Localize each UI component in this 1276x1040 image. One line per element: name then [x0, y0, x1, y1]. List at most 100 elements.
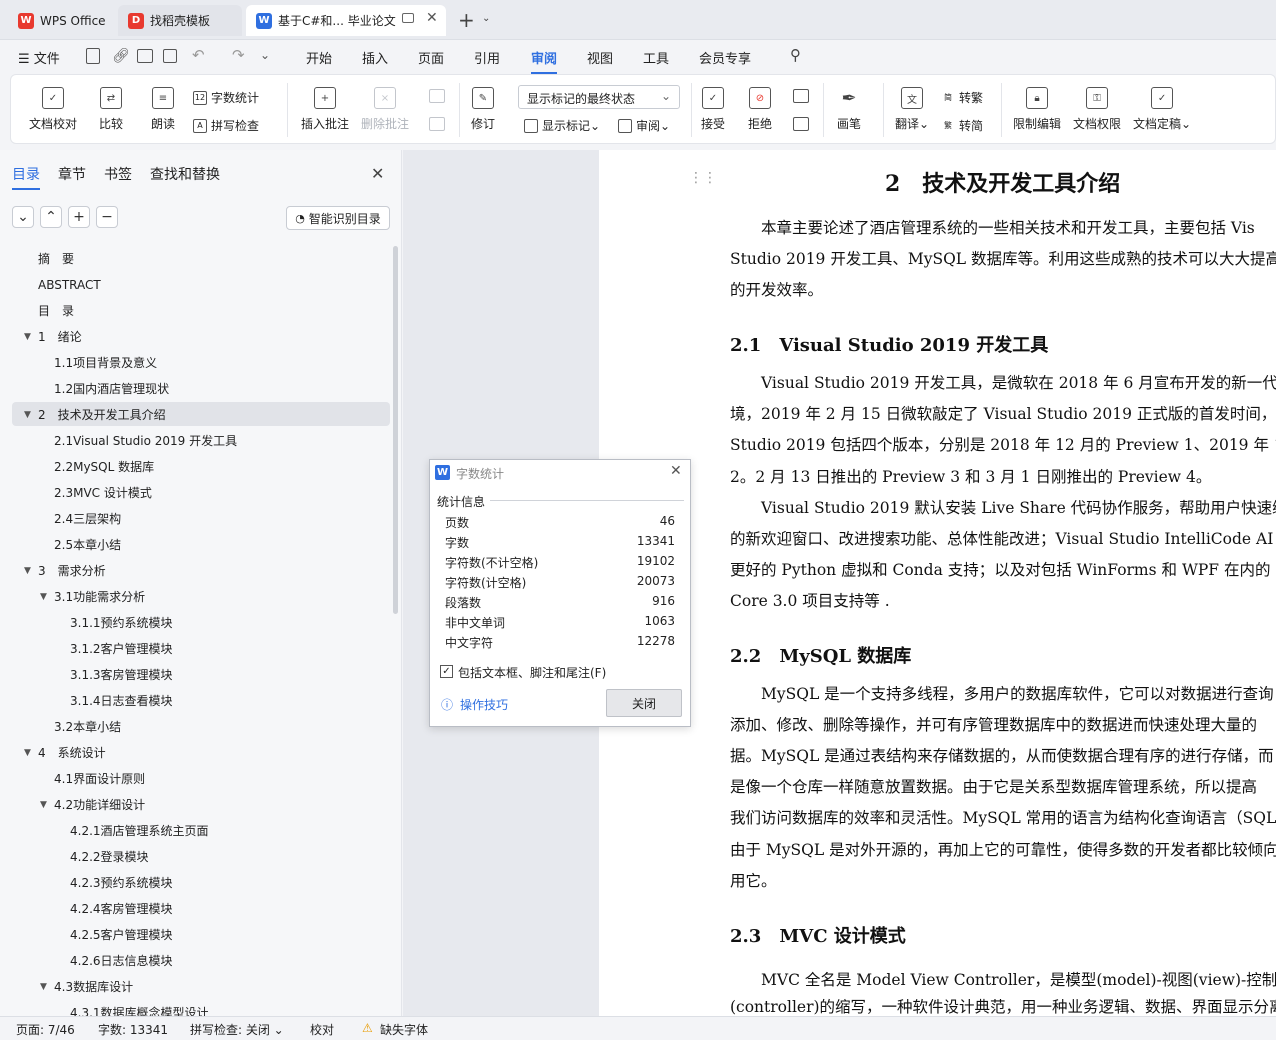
spell-check-button[interactable]: A 拼写检查	[193, 117, 259, 134]
expand-icon[interactable]: ⌃	[40, 206, 62, 228]
status-proof[interactable]: 校对	[310, 1021, 334, 1038]
menu-home[interactable]: 开始	[306, 48, 332, 67]
ink-button[interactable]: ✒ 画笔	[837, 87, 861, 132]
new-tab-icon[interactable]: +	[458, 8, 475, 32]
toc-item[interactable]: 4.2.2登录模块	[70, 844, 149, 870]
read-aloud-button[interactable]: ≡ 朗读	[151, 87, 175, 132]
tab-document[interactable]: W 基于C#和... 毕业论文 ✕	[246, 5, 446, 36]
toc-expand-icon[interactable]: ▼	[40, 792, 47, 818]
toc-item[interactable]: ▼ 4.3数据库设计	[40, 974, 133, 1000]
include-textbox-checkbox[interactable]: ✓	[440, 665, 453, 678]
toc-item[interactable]: 4.2.6日志信息模块	[70, 948, 173, 974]
track-changes-button[interactable]: ✎ 修订	[471, 87, 495, 132]
toc-item[interactable]: 2.1Visual Studio 2019 开发工具	[54, 428, 237, 454]
toc-item[interactable]: ▼ 1 绪论	[24, 324, 82, 350]
toc-expand-icon[interactable]: ▼	[24, 740, 31, 766]
prev-change-icon[interactable]	[793, 89, 809, 103]
menu-page[interactable]: 页面	[418, 48, 444, 67]
accept-button[interactable]: ✓ 接受	[701, 87, 725, 132]
toc-item[interactable]: 3.1.4日志查看模块	[70, 688, 173, 714]
toc-item[interactable]: 3.1.1预约系统模块	[70, 610, 173, 636]
dialog-close-button[interactable]: 关闭	[606, 689, 682, 717]
dialog-close-icon[interactable]: ✕	[670, 463, 682, 479]
tab-bookmarks[interactable]: 书签	[104, 164, 132, 184]
toc-expand-icon[interactable]: ▼	[24, 402, 31, 428]
collapse-icon[interactable]: ⌄	[12, 206, 34, 228]
toc-item[interactable]: 4.2.5客户管理模块	[70, 922, 173, 948]
link-icon[interactable]: 🔗︎	[112, 48, 130, 64]
status-spell[interactable]: 拼写检查: 关闭 ⌄	[190, 1021, 284, 1038]
toc-item[interactable]: 目 录	[38, 298, 74, 324]
menu-tools[interactable]: 工具	[643, 48, 669, 67]
toc-item[interactable]: ▼ 2 技术及开发工具介绍	[24, 402, 166, 428]
tab-wps-office[interactable]: W WPS Office	[8, 5, 114, 36]
status-page[interactable]: 页面: 7/46	[16, 1021, 75, 1038]
markup-state-select[interactable]: 显示标记的最终状态 ⌄	[518, 85, 680, 109]
next-comment-icon[interactable]	[429, 117, 445, 131]
document-page[interactable]: ⋮⋮ 2 技术及开发工具介绍 本章主要论述了酒店管理系统的一些相关技术和开发工具…	[599, 150, 1276, 1016]
toc-expand-icon[interactable]: ▼	[40, 584, 47, 610]
toc-item[interactable]: 1.2国内酒店管理现状	[54, 376, 169, 402]
toc-item[interactable]: 2.4三层架构	[54, 506, 121, 532]
next-change-icon[interactable]	[793, 117, 809, 131]
menu-view[interactable]: 视图	[587, 48, 613, 67]
toc-item[interactable]: ▼ 4 系统设计	[24, 740, 106, 766]
remove-level-icon[interactable]: −	[96, 206, 118, 228]
tab-chapters[interactable]: 章节	[58, 164, 86, 184]
drag-handle-icon[interactable]: ⋮⋮	[689, 170, 717, 186]
insert-comment-button[interactable]: + 插入批注	[301, 87, 349, 132]
close-panel-icon[interactable]: ✕	[371, 164, 384, 183]
toc-expand-icon[interactable]: ▼	[24, 324, 31, 350]
redo-icon[interactable]: ↷	[232, 46, 245, 64]
doc-check-button[interactable]: ✓ 文档校对	[29, 87, 77, 132]
toc-item[interactable]: ▼ 3 需求分析	[24, 558, 106, 584]
menu-member[interactable]: 会员专享	[699, 48, 751, 67]
translate-button[interactable]: 文 翻译⌄	[895, 87, 929, 132]
toc-item[interactable]: 4.2.4客房管理模块	[70, 896, 173, 922]
panel-scrollbar[interactable]	[393, 246, 398, 614]
tab-docer[interactable]: D 找稻壳模板	[118, 5, 242, 36]
tab-find-replace[interactable]: 查找和替换	[150, 164, 220, 184]
toc-item[interactable]: ABSTRACT	[38, 272, 101, 298]
undo-icon[interactable]: ↶	[192, 46, 205, 64]
toc-item[interactable]: ▼ 4.2功能详细设计	[40, 792, 145, 818]
toc-item[interactable]: 2.3MVC 设计模式	[54, 480, 152, 506]
print-icon[interactable]	[137, 49, 153, 63]
close-tab-icon[interactable]: ✕	[426, 10, 438, 26]
toc-item[interactable]: 3.2本章小结	[54, 714, 121, 740]
more-chevron-icon[interactable]: ⌄	[260, 48, 270, 62]
chevron-down-icon[interactable]: ⌄	[482, 13, 490, 24]
toc-expand-icon[interactable]: ▼	[40, 974, 47, 1000]
print-preview-icon[interactable]	[163, 49, 177, 63]
show-markup-button[interactable]: 显示标记 ⌄	[524, 117, 600, 134]
toc-item[interactable]: 1.1项目背景及意义	[54, 350, 157, 376]
toc-item[interactable]: 摘 要	[38, 246, 74, 272]
review-pane-button[interactable]: 审阅 ⌄	[618, 117, 670, 134]
status-words[interactable]: 字数: 13341	[98, 1021, 168, 1038]
delete-comment-button[interactable]: × 删除批注	[361, 87, 409, 132]
float-window-icon[interactable]	[402, 13, 414, 23]
toc-item[interactable]: 4.2.1酒店管理系统主页面	[70, 818, 209, 844]
toc-expand-icon[interactable]: ▼	[24, 558, 31, 584]
menu-review[interactable]: 审阅	[531, 48, 558, 74]
to-simplified-button[interactable]: 繁 转简	[941, 117, 983, 134]
menu-insert[interactable]: 插入	[362, 48, 388, 67]
status-missing-font[interactable]: 缺失字体	[380, 1021, 428, 1038]
doc-finalize-button[interactable]: ✓ 文档定稿⌄	[1133, 87, 1191, 132]
tab-toc[interactable]: 目录	[12, 164, 40, 190]
toc-item[interactable]: 3.1.2客户管理模块	[70, 636, 173, 662]
restrict-edit-button[interactable]: 🔒︎ 限制编辑	[1013, 87, 1061, 132]
reject-button[interactable]: ⊘ 拒绝	[748, 87, 772, 132]
smart-toc-button[interactable]: ◔ 智能识别目录	[286, 206, 390, 230]
prev-comment-icon[interactable]	[429, 89, 445, 103]
search-icon[interactable]: ⚲	[790, 46, 801, 64]
doc-permission-button[interactable]: ⚿ 文档权限	[1073, 87, 1121, 132]
word-count-button[interactable]: 12 字数统计	[193, 89, 259, 106]
toc-item[interactable]: 2.5本章小结	[54, 532, 121, 558]
toc-item[interactable]: 4.2.3预约系统模块	[70, 870, 173, 896]
toc-item[interactable]: ▼ 3.1功能需求分析	[40, 584, 145, 610]
tips-link[interactable]: 操作技巧	[460, 696, 508, 713]
save-icon[interactable]	[86, 48, 100, 64]
toc-item[interactable]: 2.2MySQL 数据库	[54, 454, 154, 480]
compare-button[interactable]: ⇄ 比较	[99, 87, 123, 132]
